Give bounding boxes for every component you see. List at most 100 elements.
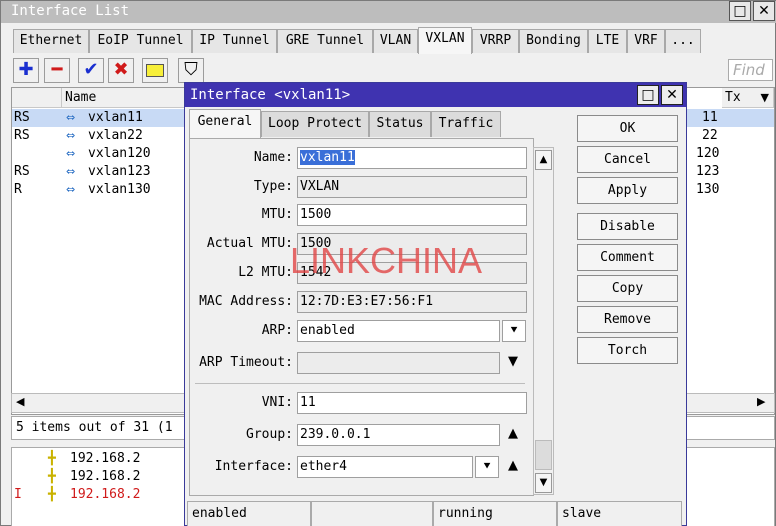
vni-field[interactable]: 11 bbox=[297, 392, 527, 414]
status-blank bbox=[311, 501, 433, 526]
row-flags: R bbox=[14, 182, 22, 197]
arp-select[interactable]: enabled bbox=[297, 320, 500, 342]
vxlan-icon: ⇔ bbox=[66, 129, 76, 142]
arp-dropdown-icon[interactable]: ⯆ bbox=[502, 320, 526, 342]
row-name: vxlan123 bbox=[88, 164, 151, 179]
tab-ethernet[interactable]: Ethernet bbox=[13, 29, 89, 53]
name-value: vxlan11 bbox=[300, 150, 355, 165]
address-icon: ╋ bbox=[48, 451, 56, 466]
tab-loop-protect[interactable]: Loop Protect bbox=[261, 111, 369, 137]
tab-vrrp[interactable]: VRRP bbox=[472, 29, 519, 53]
vxlan-icon: ⇔ bbox=[66, 111, 76, 124]
comment-button[interactable]: Comment bbox=[577, 244, 678, 271]
status-slave: slave bbox=[557, 501, 682, 526]
apply-button[interactable]: Apply bbox=[577, 177, 678, 204]
mtu-label: MTU: bbox=[261, 207, 293, 222]
ok-button[interactable]: OK bbox=[577, 115, 678, 142]
minimize-button[interactable]: □ bbox=[729, 1, 751, 21]
list-item[interactable]: ╋ 192.168.2 bbox=[12, 468, 192, 486]
sort-arrow-icon: ▼ bbox=[760, 91, 769, 104]
address-icon: ╋ bbox=[48, 487, 56, 502]
tab-status[interactable]: Status bbox=[369, 111, 431, 137]
dialog-maximize-button[interactable]: □ bbox=[637, 85, 659, 105]
x-icon: ✖ bbox=[113, 59, 129, 80]
address-text: 192.168.2 bbox=[70, 469, 141, 484]
copy-button[interactable]: Copy bbox=[577, 275, 678, 302]
mtu-field[interactable]: 1500 bbox=[297, 204, 527, 226]
add-button[interactable]: ✚ bbox=[13, 58, 39, 83]
l2-mtu-label: L2 MTU: bbox=[238, 265, 293, 280]
check-icon: ✔ bbox=[83, 59, 99, 80]
dialog-title: Interface <vxlan11> bbox=[185, 83, 686, 107]
interface-label: Interface: bbox=[214, 459, 293, 474]
name-field[interactable]: vxlan11 bbox=[297, 147, 527, 169]
row-name: vxlan22 bbox=[88, 128, 143, 143]
tab-ip-tunnel[interactable]: IP Tunnel bbox=[192, 29, 277, 53]
comment-icon bbox=[146, 64, 164, 77]
tab-eoip-tunnel[interactable]: EoIP Tunnel bbox=[89, 29, 192, 53]
arp-timeout-expand-icon[interactable]: ▼ bbox=[505, 354, 521, 369]
torch-button[interactable]: Torch bbox=[577, 337, 678, 364]
tab-general[interactable]: General bbox=[189, 109, 261, 138]
mac-address-field: 12:7D:E3:E7:56:F1 bbox=[297, 291, 527, 313]
find-input[interactable]: Find bbox=[728, 59, 773, 81]
actual-mtu-label: Actual MTU: bbox=[206, 236, 293, 251]
column-header-flags[interactable] bbox=[12, 88, 62, 108]
section-divider bbox=[195, 383, 525, 384]
watermark: LINKCHINA bbox=[290, 240, 483, 281]
tab-more[interactable]: ... bbox=[665, 29, 701, 53]
enable-button[interactable]: ✔ bbox=[78, 58, 104, 83]
scroll-left-icon[interactable]: ◀ bbox=[16, 395, 24, 408]
scroll-thumb[interactable] bbox=[535, 440, 552, 470]
status-running: running bbox=[433, 501, 557, 526]
minus-icon: ━ bbox=[51, 59, 63, 80]
remove-button[interactable]: Remove bbox=[577, 306, 678, 333]
scroll-up-icon[interactable]: ▲ bbox=[535, 150, 552, 170]
list-item[interactable]: ╋ 192.168.2 bbox=[12, 450, 192, 468]
row-tx: 22 bbox=[702, 128, 718, 143]
interface-select[interactable]: ether4 bbox=[297, 456, 473, 478]
cancel-button[interactable]: Cancel bbox=[577, 146, 678, 173]
tab-bonding[interactable]: Bonding bbox=[519, 29, 588, 53]
comment-button[interactable] bbox=[142, 58, 168, 83]
list-item[interactable]: I ╋ 192.168.2 bbox=[12, 486, 192, 504]
remove-button[interactable]: ━ bbox=[44, 58, 70, 83]
name-label: Name: bbox=[253, 150, 293, 165]
dialog-close-button[interactable]: ✕ bbox=[661, 85, 683, 105]
row-tx: 120 bbox=[696, 146, 720, 161]
row-name: vxlan130 bbox=[88, 182, 151, 197]
address-text: 192.168.2 bbox=[70, 487, 141, 502]
group-label: Group: bbox=[246, 427, 293, 442]
row-name: vxlan120 bbox=[88, 146, 151, 161]
filter-icon: ⛉ bbox=[184, 59, 198, 80]
close-window-button[interactable]: ✕ bbox=[753, 1, 775, 21]
row-flags: RS bbox=[14, 110, 30, 125]
address-icon: ╋ bbox=[48, 469, 56, 484]
disable-button[interactable]: Disable bbox=[577, 213, 678, 240]
tab-vlan[interactable]: VLAN bbox=[373, 29, 418, 53]
group-collapse-icon[interactable]: ▲ bbox=[505, 426, 521, 441]
column-header-tx[interactable]: Tx ▼ bbox=[722, 88, 774, 108]
tab-vrf[interactable]: VRF bbox=[627, 29, 665, 53]
tab-lte[interactable]: LTE bbox=[588, 29, 627, 53]
status-enabled: enabled bbox=[187, 501, 311, 526]
vxlan-icon: ⇔ bbox=[66, 147, 76, 160]
interface-collapse-icon[interactable]: ▲ bbox=[505, 458, 521, 473]
column-header-name[interactable]: Name bbox=[62, 88, 192, 108]
scroll-down-icon[interactable]: ▼ bbox=[535, 473, 552, 493]
mac-address-label: MAC Address: bbox=[199, 294, 293, 309]
arp-timeout-field[interactable] bbox=[297, 352, 500, 374]
tab-gre-tunnel[interactable]: GRE Tunnel bbox=[277, 29, 373, 53]
disable-button[interactable]: ✖ bbox=[108, 58, 134, 83]
interface-dropdown-icon[interactable]: ⯆ bbox=[475, 456, 499, 478]
window-title: Interface List bbox=[1, 1, 776, 23]
group-field[interactable]: 239.0.0.1 bbox=[297, 424, 500, 446]
row-tx: 130 bbox=[696, 182, 720, 197]
form-vertical-scrollbar[interactable]: ▲ ▼ bbox=[533, 147, 554, 495]
filter-button[interactable]: ⛉ bbox=[178, 58, 204, 83]
scroll-right-icon[interactable]: ▶ bbox=[757, 395, 765, 408]
tab-traffic[interactable]: Traffic bbox=[431, 111, 501, 137]
row-name: vxlan11 bbox=[88, 110, 143, 125]
plus-icon: ✚ bbox=[18, 59, 34, 80]
tab-vxlan[interactable]: VXLAN bbox=[418, 27, 472, 54]
